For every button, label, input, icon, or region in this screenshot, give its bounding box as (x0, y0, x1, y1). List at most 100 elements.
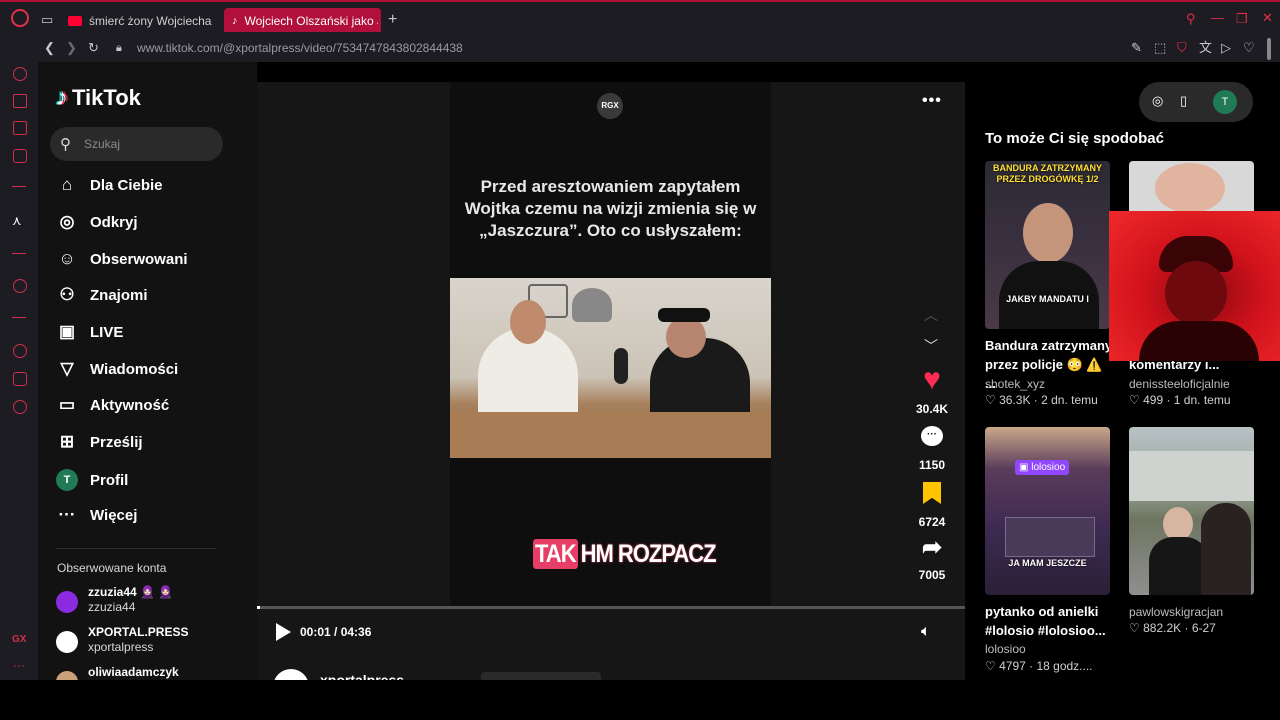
lock-icon: 🔒︎ (116, 42, 122, 54)
device-icon[interactable]: ▯ (1180, 93, 1187, 109)
tab-title: śmierć żony Wojciecha Ol (89, 14, 214, 28)
close-window-button[interactable]: ✕ (1262, 10, 1273, 26)
twitch-tag: ▣ lolosioo (1015, 460, 1070, 475)
screen-bottom-bar (0, 680, 1280, 720)
recommended-video-meta: ♡ 36.3K · 2 dn. temu (985, 393, 1098, 407)
nav-item-following[interactable]: ☺ Obserwowani (56, 249, 187, 269)
minimize-button[interactable]: — (1211, 10, 1224, 26)
player-icon[interactable] (13, 279, 27, 293)
like-button[interactable]: ♥ 30.4K (913, 364, 951, 417)
more-icon: ··· (58, 505, 76, 524)
explore-icon[interactable]: ◎ (1152, 93, 1163, 109)
comment-icon: ··· (921, 426, 943, 446)
nav-item-live[interactable]: ▣ LIVE (56, 322, 123, 342)
divider (56, 548, 216, 549)
more-icon[interactable]: ··· (13, 658, 25, 672)
reload-button[interactable]: ↻ (88, 40, 99, 56)
send-icon[interactable]: ▷ (1221, 40, 1231, 56)
pin-icon[interactable]: ✎ (1131, 40, 1142, 56)
volume-button[interactable]: 🔈︎ (921, 623, 931, 641)
nav-item-messages[interactable]: ▽ Wiadomości (56, 359, 178, 379)
nav-item-profile[interactable]: T Profil (56, 469, 128, 491)
channel-badge[interactable]: RGX (597, 93, 623, 119)
back-button[interactable]: ❮ (44, 40, 55, 56)
scrollbar-handle[interactable] (1267, 38, 1271, 60)
play-button[interactable] (276, 623, 291, 641)
compass-icon: ◎ (59, 212, 75, 231)
home-icon: ⌂ (61, 175, 73, 194)
recommended-video-title[interactable]: pytanko od anielki #lolosio #lolosioo... (985, 602, 1113, 640)
new-tab-button[interactable]: + (388, 12, 397, 28)
progress-track[interactable] (257, 606, 965, 609)
floating-webcam-overlay[interactable] (1109, 211, 1280, 361)
tab-manager-icon[interactable]: ▭ (41, 12, 53, 28)
gx-corner-icon[interactable] (13, 94, 27, 108)
search-tabs-icon[interactable]: ⚲ (1186, 11, 1196, 27)
profile-avatar[interactable]: T (1213, 90, 1237, 114)
divider (12, 186, 26, 187)
followed-accounts-title: Obserwowane konta (57, 561, 167, 575)
recommended-video-thumbnail[interactable]: ▣ lolosioo JA MAM JESZCZE (985, 427, 1110, 595)
followed-account-handle: zzuzia44 (88, 600, 136, 614)
recommended-video-meta: ♡ 499 · 1 dn. temu (1129, 393, 1231, 407)
nav-item-activity[interactable]: ▭ Aktywność (56, 395, 169, 415)
pocket-icon[interactable]: ⛉ (1177, 40, 1187, 56)
previous-video-button[interactable]: ︿ (924, 305, 938, 325)
save-button[interactable]: 6724 (913, 482, 951, 529)
speed-dial-icon[interactable] (13, 67, 27, 81)
maximize-button[interactable]: ❐ (1236, 11, 1248, 27)
gx-label[interactable]: GX (12, 634, 26, 645)
nav-item-label: Wiadomości (90, 360, 179, 378)
search-box[interactable]: ⚲ Szukaj (50, 127, 223, 161)
nav-item-compass[interactable]: ◎ Odkryj (56, 212, 138, 232)
followed-account-name: zzuzia44 🧕🏻 🧕🏻 (88, 585, 174, 599)
video-still-image (450, 278, 771, 458)
progress-fill (257, 606, 260, 609)
followed-account-handle: xportalpress (88, 640, 154, 654)
nav-item-label: Więcej (90, 506, 138, 524)
search-input[interactable]: Szukaj (84, 137, 120, 151)
forward-button[interactable]: ❯ (66, 40, 77, 56)
tiktok-wordmark: TikTok (72, 85, 141, 110)
settings-icon[interactable] (13, 400, 27, 414)
nav-item-label: Aktywność (90, 396, 170, 414)
recommended-video-user[interactable]: denissteeloficjalnie (1129, 377, 1230, 391)
tab-tiktok[interactable]: ♪ Wojciech Olszański jako J (232, 10, 378, 32)
address-bar: ❮ ❯ ↻ 🔒︎ www.tiktok.com/@xportalpress/vi… (0, 36, 1280, 62)
nav-item-label: Profil (90, 471, 129, 489)
followed-account[interactable]: zzuzia44 🧕🏻 🧕🏻 zzuzia44 (56, 584, 236, 618)
recommended-video-user[interactable]: shotek_xyz (985, 377, 1045, 391)
recommended-video-user[interactable]: pawlowskigracjan (1129, 605, 1223, 619)
opera-logo-icon[interactable] (11, 9, 29, 27)
aria-icon[interactable]: ⋏ (12, 213, 22, 229)
recommended-video-thumbnail[interactable]: BANDURA ZATRZYMANY PRZEZ DROGÓWKĘ 1/2 JA… (985, 161, 1110, 329)
video-time: 00:01 / 04:36 (300, 625, 372, 639)
video-frame[interactable]: Przed aresztowaniem zapytałem Wojtka cze… (450, 82, 771, 607)
recommended-video-user[interactable]: lolosioo (985, 642, 1026, 656)
snapshot-icon[interactable]: ⬚ (1154, 40, 1166, 56)
recommended-video-thumbnail[interactable] (1129, 427, 1254, 595)
messages-icon: ▽ (60, 359, 74, 378)
followed-account[interactable]: XPORTAL.PRESS xportalpress (56, 624, 236, 658)
twitch-icon[interactable] (13, 121, 27, 135)
nav-item-upload[interactable]: ⊞ Prześlij (56, 432, 143, 452)
messenger-icon[interactable] (13, 149, 27, 163)
avatar (56, 631, 78, 653)
history-icon[interactable] (13, 344, 27, 358)
url-field[interactable]: www.tiktok.com/@xportalpress/video/75347… (137, 41, 463, 55)
video-options-button[interactable]: ••• (922, 92, 942, 110)
nav-item-home[interactable]: ⌂ Dla Ciebie (56, 175, 163, 195)
divider (12, 253, 26, 254)
translate-icon[interactable]: 文 (1199, 40, 1212, 56)
share-button[interactable]: ➦ 7005 (913, 536, 951, 583)
like-count: 30.4K (915, 402, 949, 416)
heart-icon[interactable]: ♡ (1243, 40, 1255, 56)
next-video-button[interactable]: ﹀ (924, 336, 938, 356)
nav-item-friends[interactable]: ⚇ Znajomi (56, 285, 148, 305)
extensions-icon[interactable] (13, 372, 27, 386)
comment-button[interactable]: ··· 1150 (913, 426, 951, 472)
nav-item-more[interactable]: ··· Więcej (56, 505, 138, 525)
nav-item-label: Znajomi (90, 286, 148, 304)
tab-youtube[interactable]: śmierć żony Wojciecha Ol (68, 10, 214, 32)
tiktok-logo[interactable]: ♪ TikTok (56, 84, 141, 112)
